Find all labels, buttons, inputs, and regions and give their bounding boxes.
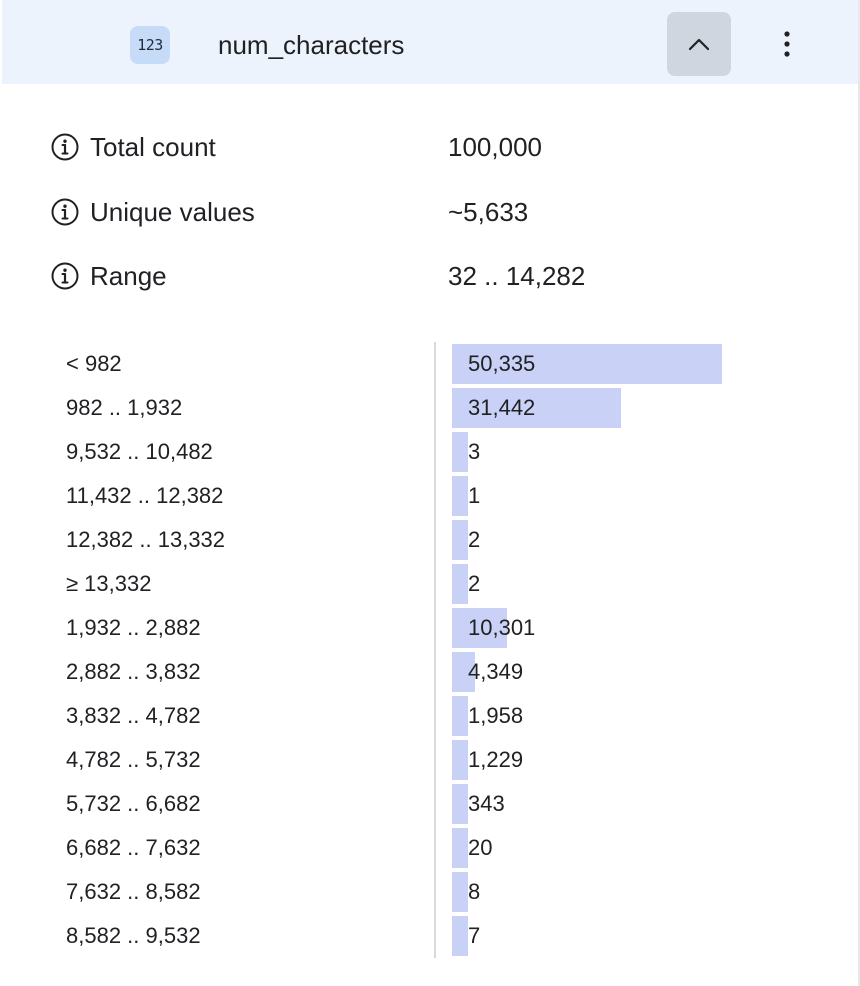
more-vertical-icon <box>784 31 790 57</box>
bin-range-label: ≥ 13,332 <box>66 571 152 596</box>
histogram-row[interactable]: < 982 50,335 <box>2 342 858 386</box>
bin-range-label: 5,732 .. 6,682 <box>66 791 201 816</box>
histogram-row[interactable]: 6,682 .. 7,632 20 <box>2 826 858 870</box>
bin-count: 50,335 <box>468 351 536 376</box>
bin-count: 10,301 <box>468 615 536 640</box>
bin-bar <box>452 916 468 956</box>
bin-range-label: 1,932 .. 2,882 <box>66 615 201 640</box>
histogram-row[interactable]: 8,582 .. 9,532 7 <box>2 914 858 958</box>
stat-label: Unique values <box>90 197 255 227</box>
stat-row: Total count 100,000 <box>50 127 830 167</box>
bin-count: 20 <box>468 835 493 860</box>
bin-count: 1 <box>468 483 481 508</box>
bin-count: 2 <box>468 527 481 552</box>
info-icon[interactable] <box>50 197 80 227</box>
histogram-row[interactable]: 2,882 .. 3,832 4,349 <box>2 650 858 694</box>
histogram-row[interactable]: 4,782 .. 5,732 1,229 <box>2 738 858 782</box>
type-badge-text: 123 <box>137 36 163 54</box>
field-header[interactable]: 123 num_characters <box>2 0 858 84</box>
stat-row: Range 32 .. 14,282 <box>50 256 830 296</box>
bin-bar <box>452 740 468 780</box>
more-options-button[interactable] <box>765 20 809 68</box>
numeric-type-badge: 123 <box>130 26 170 64</box>
info-icon[interactable] <box>50 132 80 162</box>
stat-label: Total count <box>90 132 216 162</box>
bin-bar <box>452 784 468 824</box>
bin-bar <box>452 476 468 516</box>
bin-count: 1,229 <box>468 747 524 772</box>
collapse-button[interactable] <box>667 12 731 76</box>
histogram-row[interactable]: 12,382 .. 13,332 2 <box>2 518 858 562</box>
stat-label: Range <box>90 261 167 291</box>
bin-count: 3 <box>468 439 481 464</box>
histogram-row[interactable]: 11,432 .. 12,382 1 <box>2 474 858 518</box>
bin-count: 343 <box>468 791 505 816</box>
bin-bar <box>452 828 468 868</box>
stat-value: 32 .. 14,282 <box>448 261 586 291</box>
bin-count: 4,349 <box>468 659 524 684</box>
bin-bar <box>452 564 468 604</box>
histogram-row[interactable]: 5,732 .. 6,682 343 <box>2 782 858 826</box>
bin-count: 31,442 <box>468 395 536 420</box>
bin-range-label: 12,382 .. 13,332 <box>66 527 226 552</box>
histogram-row[interactable]: 7,632 .. 8,582 8 <box>2 870 858 914</box>
bin-count: 2 <box>468 571 481 596</box>
histogram: < 982 50,335 982 .. 1,932 31,442 9,532 .. 10… <box>2 342 858 958</box>
bin-count: 1,958 <box>468 703 524 728</box>
histogram-row[interactable]: 3,832 .. 4,782 1,958 <box>2 694 858 738</box>
info-icon[interactable] <box>50 261 80 291</box>
histogram-row[interactable]: 1,932 .. 2,882 10,301 <box>2 606 858 650</box>
bin-range-label: 982 .. 1,932 <box>66 395 183 420</box>
bin-bar <box>452 432 468 472</box>
stat-row: Unique values ~5,633 <box>50 192 830 232</box>
histogram-row[interactable]: ≥ 13,332 2 <box>2 562 858 606</box>
histogram-row[interactable]: 982 .. 1,932 31,442 <box>2 386 858 430</box>
stat-value: ~5,633 <box>448 197 529 227</box>
bin-count: 8 <box>468 879 481 904</box>
field-summary-panel: 123 num_characters Total count 100,000 Uni… <box>2 0 858 986</box>
bin-range-label: 8,582 .. 9,532 <box>66 923 201 948</box>
bin-range-label: 6,682 .. 7,632 <box>66 835 201 860</box>
bin-range-label: 4,782 .. 5,732 <box>66 747 201 772</box>
chevron-up-icon <box>688 38 710 51</box>
bin-range-label: 2,882 .. 3,832 <box>66 659 201 684</box>
bin-bar <box>452 872 468 912</box>
bin-count: 7 <box>468 923 481 948</box>
bin-range-label: 7,632 .. 8,582 <box>66 879 201 904</box>
bin-bar <box>452 696 468 736</box>
bin-range-label: 9,532 .. 10,482 <box>66 439 213 464</box>
field-name: num_characters <box>218 30 405 60</box>
bin-range-label: 3,832 .. 4,782 <box>66 703 201 728</box>
bin-range-label: 11,432 .. 12,382 <box>66 483 224 508</box>
bin-range-label: < 982 <box>66 351 122 376</box>
histogram-row[interactable]: 9,532 .. 10,482 3 <box>2 430 858 474</box>
bin-bar <box>452 520 468 560</box>
stat-value: 100,000 <box>448 132 542 162</box>
